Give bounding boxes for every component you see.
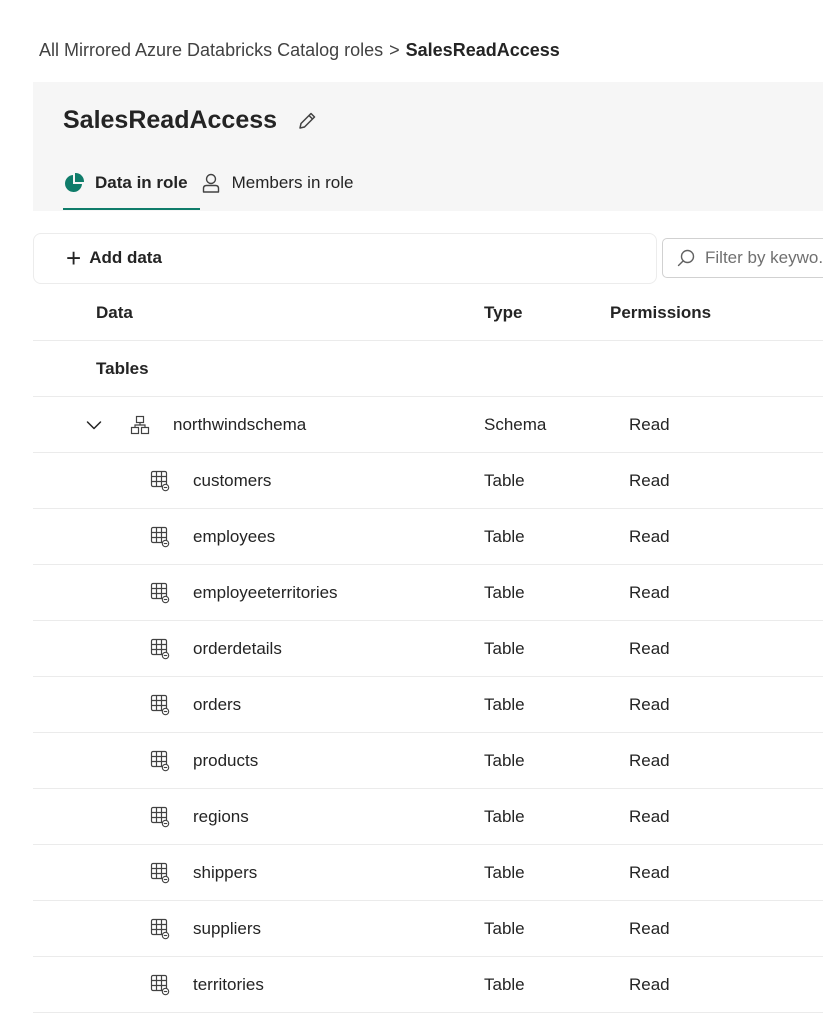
table-name: customers bbox=[193, 470, 272, 490]
table-type: Table bbox=[484, 918, 525, 938]
column-header-type[interactable]: Type bbox=[484, 285, 522, 340]
grid-header-row: Data Type Permissions bbox=[33, 285, 823, 341]
table-icon bbox=[150, 677, 172, 732]
table-permission: Read bbox=[629, 582, 670, 602]
column-header-data[interactable]: Data bbox=[96, 285, 133, 340]
table-row[interactable]: orderdetails Table Read bbox=[33, 621, 823, 677]
table-permission: Read bbox=[629, 974, 670, 994]
table-permission: Read bbox=[629, 806, 670, 826]
schema-permission: Read bbox=[629, 414, 670, 434]
table-permission: Read bbox=[629, 862, 670, 882]
table-icon bbox=[150, 957, 172, 1012]
filter-box bbox=[662, 238, 823, 278]
table-type: Table bbox=[484, 974, 525, 994]
tab-data-in-role[interactable]: Data in role bbox=[63, 168, 200, 210]
table-permission: Read bbox=[629, 638, 670, 658]
pencil-icon bbox=[299, 112, 316, 129]
table-permission: Read bbox=[629, 750, 670, 770]
table-row[interactable]: employeeterritories Table Read bbox=[33, 565, 823, 621]
command-bar: + Add data bbox=[33, 233, 657, 284]
table-name: shippers bbox=[193, 862, 258, 882]
table-row[interactable]: customers Table Read bbox=[33, 453, 823, 509]
table-name: employees bbox=[193, 526, 276, 546]
table-type: Table bbox=[484, 694, 525, 714]
person-icon bbox=[200, 172, 222, 194]
schema-row[interactable]: northwindschema Schema Read bbox=[33, 397, 823, 453]
table-icon bbox=[150, 733, 172, 788]
table-icon bbox=[150, 509, 172, 564]
add-data-button[interactable]: + Add data bbox=[66, 245, 162, 271]
tab-members-in-role-label: Members in role bbox=[231, 173, 354, 192]
table-icon bbox=[150, 789, 172, 844]
table-permission: Read bbox=[629, 470, 670, 490]
table-name: orderdetails bbox=[193, 638, 282, 658]
role-header-panel: SalesReadAccess Data in role Members in … bbox=[33, 82, 823, 211]
plus-icon: + bbox=[66, 243, 82, 273]
edit-role-name-button[interactable] bbox=[293, 107, 321, 135]
schema-name: northwindschema bbox=[173, 414, 307, 434]
pie-chart-icon bbox=[63, 172, 85, 194]
search-icon bbox=[677, 249, 695, 267]
section-label: Tables bbox=[96, 358, 149, 378]
add-data-label: Add data bbox=[89, 248, 162, 267]
table-row[interactable]: suppliers Table Read bbox=[33, 901, 823, 957]
table-icon bbox=[150, 453, 172, 508]
table-icon bbox=[150, 845, 172, 900]
table-icon bbox=[150, 565, 172, 620]
breadcrumb-current: SalesReadAccess bbox=[405, 40, 560, 60]
table-name: territories bbox=[193, 974, 264, 994]
tab-members-in-role[interactable]: Members in role bbox=[200, 168, 366, 198]
data-grid: Data Type Permissions Tables northwindsc… bbox=[33, 285, 823, 1013]
table-row[interactable]: territories Table Read bbox=[33, 957, 823, 1013]
table-icon bbox=[150, 901, 172, 956]
schema-icon bbox=[130, 397, 150, 452]
table-row[interactable]: orders Table Read bbox=[33, 677, 823, 733]
table-row[interactable]: shippers Table Read bbox=[33, 845, 823, 901]
column-header-permissions[interactable]: Permissions bbox=[610, 285, 711, 340]
table-type: Table bbox=[484, 470, 525, 490]
table-name: employeeterritories bbox=[193, 582, 338, 602]
table-name: products bbox=[193, 750, 259, 770]
table-type: Table bbox=[484, 806, 525, 826]
table-permission: Read bbox=[629, 694, 670, 714]
page-title: SalesReadAccess bbox=[63, 106, 278, 134]
table-name: regions bbox=[193, 806, 249, 826]
table-name: suppliers bbox=[193, 918, 262, 938]
table-row[interactable]: employees Table Read bbox=[33, 509, 823, 565]
role-tabs: Data in role Members in role bbox=[63, 168, 365, 211]
table-type: Table bbox=[484, 526, 525, 546]
breadcrumb-parent-link[interactable]: All Mirrored Azure Databricks Catalog ro… bbox=[39, 40, 383, 60]
table-row[interactable]: regions Table Read bbox=[33, 789, 823, 845]
table-type: Table bbox=[484, 582, 525, 602]
table-type: Table bbox=[484, 862, 525, 882]
table-type: Table bbox=[484, 638, 525, 658]
schema-type: Schema bbox=[484, 414, 547, 434]
table-row[interactable]: products Table Read bbox=[33, 733, 823, 789]
table-icon bbox=[150, 621, 172, 676]
table-permission: Read bbox=[629, 918, 670, 938]
breadcrumb-separator: > bbox=[389, 40, 400, 60]
table-type: Table bbox=[484, 750, 525, 770]
chevron-down-icon[interactable] bbox=[85, 397, 103, 452]
filter-input[interactable] bbox=[703, 247, 823, 269]
tab-data-in-role-label: Data in role bbox=[95, 173, 188, 192]
section-row-tables: Tables bbox=[33, 341, 823, 397]
table-permission: Read bbox=[629, 526, 670, 546]
breadcrumb: All Mirrored Azure Databricks Catalog ro… bbox=[39, 40, 560, 61]
table-name: orders bbox=[193, 694, 242, 714]
